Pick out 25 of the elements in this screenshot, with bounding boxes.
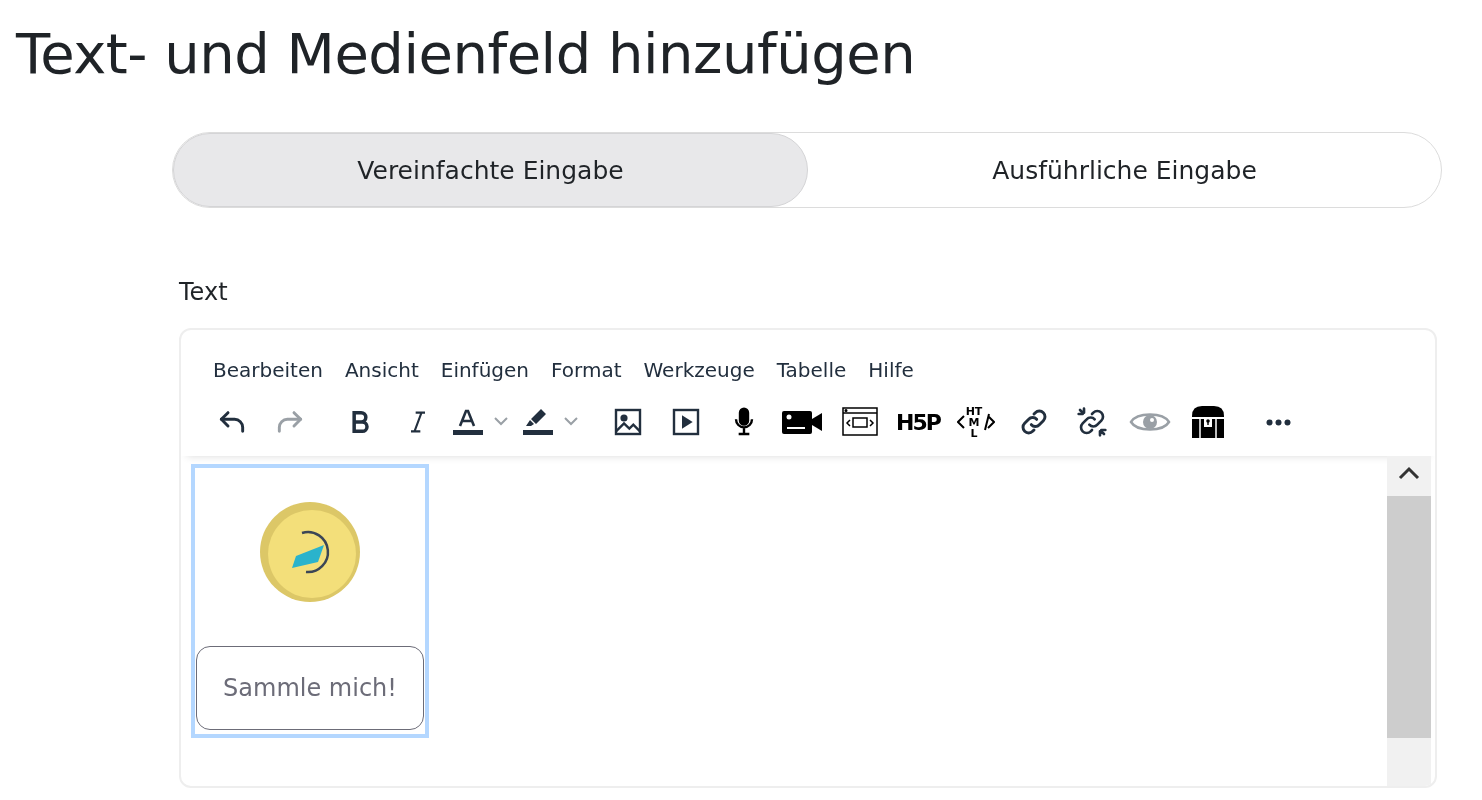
html-button[interactable]: HTML	[947, 400, 1005, 444]
coin-compass-icon	[258, 500, 362, 604]
field-label: Text	[179, 278, 229, 306]
mode-tab[interactable]: Vereinfachte Eingabe	[173, 133, 808, 207]
menu-item[interactable]: Einfügen	[432, 354, 537, 386]
image-icon	[612, 406, 644, 438]
menu-item[interactable]: Werkzeuge	[635, 354, 763, 386]
play-icon	[670, 406, 702, 438]
menu-item[interactable]: Format	[543, 354, 630, 386]
embed-window-icon	[841, 406, 879, 438]
content-block[interactable]: Sammle mich!	[191, 464, 429, 738]
h5p-button[interactable]: H5P	[889, 400, 947, 444]
broken-link-icon	[1076, 406, 1108, 438]
menu-item[interactable]: Hilfe	[860, 354, 922, 386]
page-title: Text- und Medienfeld hinzufügen	[16, 20, 917, 88]
mode-tab[interactable]: Ausführliche Eingabe	[808, 133, 1441, 207]
menu-item[interactable]: Ansicht	[336, 354, 427, 386]
angle-bracket-icon	[956, 415, 965, 429]
scrollbar[interactable]	[1387, 456, 1431, 786]
scrollbar-thumb[interactable]	[1387, 496, 1431, 738]
menu-item[interactable]: Bearbeiten	[205, 354, 331, 386]
scroll-up-icon[interactable]	[1398, 466, 1420, 480]
collect-button[interactable]: Sammle mich!	[196, 646, 424, 730]
more-icon	[1264, 417, 1292, 427]
menu-item[interactable]: Tabelle	[768, 354, 855, 386]
